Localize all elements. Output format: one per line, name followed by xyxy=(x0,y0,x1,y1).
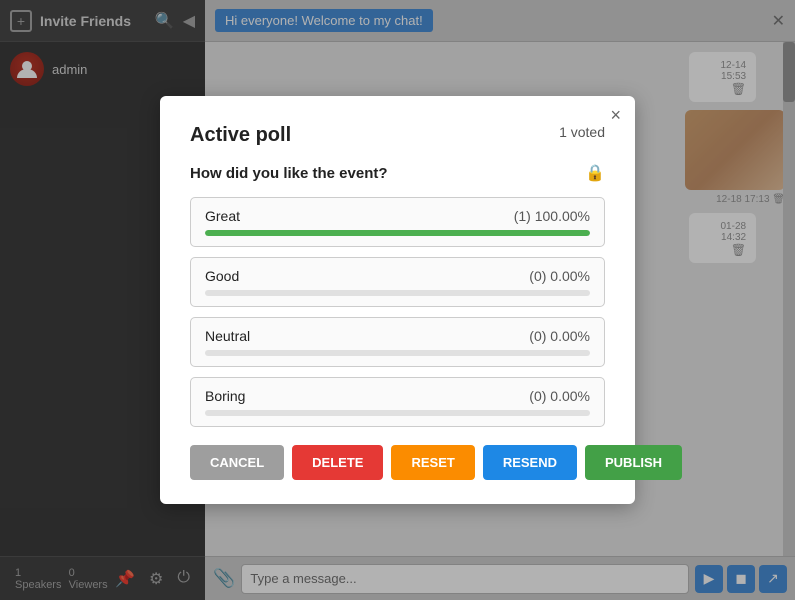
poll-question: How did you like the event? xyxy=(190,165,388,182)
poll-bar-neutral-track xyxy=(205,350,590,356)
poll-option-boring-pct: (0) 0.00% xyxy=(529,388,590,404)
poll-question-row: How did you like the event? 🔒 xyxy=(190,163,605,183)
modal-footer: CANCEL DELETE RESET RESEND PUBLISH xyxy=(190,445,605,480)
poll-option-boring-header: Boring (0) 0.00% xyxy=(205,388,590,404)
modal-close-button[interactable]: × xyxy=(610,106,621,124)
poll-option-great-label: Great xyxy=(205,208,240,224)
reset-button[interactable]: RESET xyxy=(391,445,474,480)
poll-option-great-header: Great (1) 100.00% xyxy=(205,208,590,224)
delete-button[interactable]: DELETE xyxy=(292,445,383,480)
poll-modal: × Active poll 1 voted How did you like t… xyxy=(160,96,635,504)
resend-button[interactable]: RESEND xyxy=(483,445,577,480)
modal-overlay: × Active poll 1 voted How did you like t… xyxy=(0,0,795,600)
poll-bar-great-track xyxy=(205,230,590,236)
poll-option-good-label: Good xyxy=(205,268,239,284)
poll-option-boring: Boring (0) 0.00% xyxy=(190,377,605,427)
publish-button[interactable]: PUBLISH xyxy=(585,445,682,480)
modal-voted: 1 voted xyxy=(559,124,605,140)
modal-header: Active poll 1 voted xyxy=(190,124,605,147)
poll-option-great: Great (1) 100.00% xyxy=(190,197,605,247)
modal-title: Active poll xyxy=(190,124,291,147)
poll-bar-good-track xyxy=(205,290,590,296)
poll-bar-great-fill xyxy=(205,230,590,236)
poll-option-good-pct: (0) 0.00% xyxy=(529,268,590,284)
poll-option-boring-label: Boring xyxy=(205,388,245,404)
poll-option-good: Good (0) 0.00% xyxy=(190,257,605,307)
poll-option-great-pct: (1) 100.00% xyxy=(514,208,590,224)
poll-option-neutral-header: Neutral (0) 0.00% xyxy=(205,328,590,344)
poll-option-good-header: Good (0) 0.00% xyxy=(205,268,590,284)
poll-bar-boring-track xyxy=(205,410,590,416)
cancel-button[interactable]: CANCEL xyxy=(190,445,284,480)
poll-option-neutral: Neutral (0) 0.00% xyxy=(190,317,605,367)
poll-option-neutral-label: Neutral xyxy=(205,328,250,344)
poll-option-neutral-pct: (0) 0.00% xyxy=(529,328,590,344)
lock-icon: 🔒 xyxy=(585,163,605,183)
